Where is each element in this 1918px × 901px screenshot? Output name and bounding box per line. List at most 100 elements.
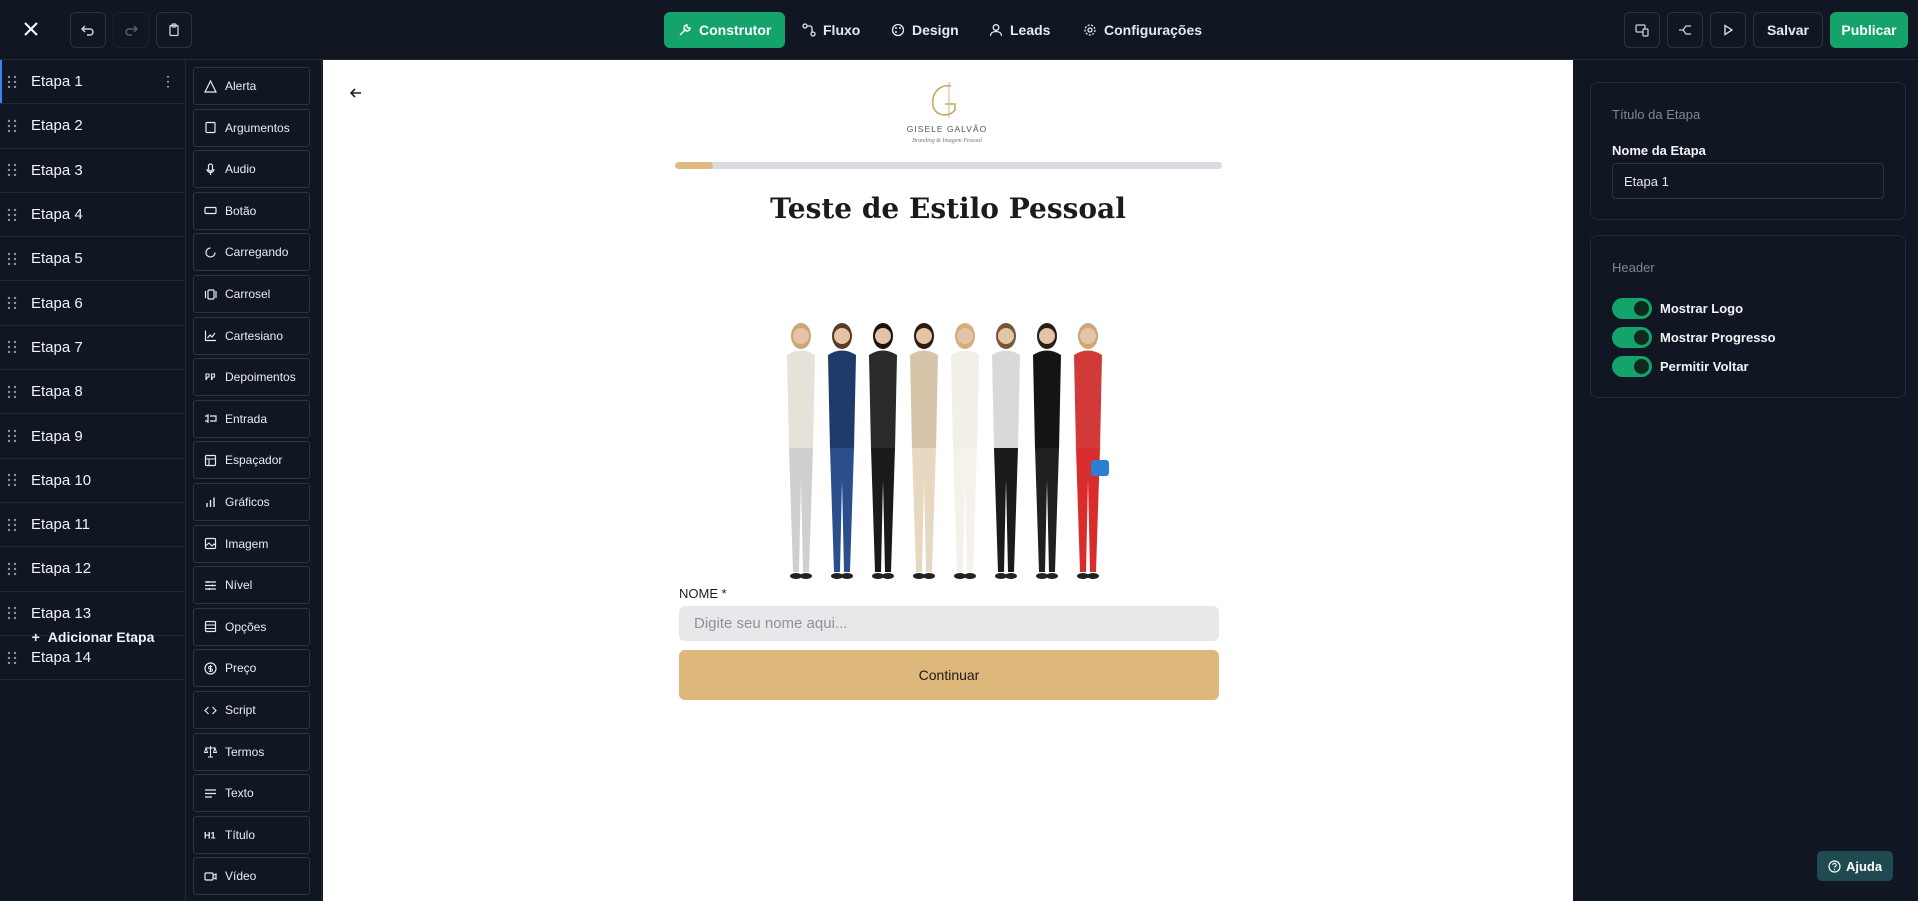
svg-text:H1: H1 [204,831,216,841]
step-item[interactable]: Etapa 9 [0,414,185,459]
tab-fluxo[interactable]: Fluxo [788,12,874,48]
allow-back-toggle[interactable]: Permitir Voltar [1612,356,1749,377]
component-titulo[interactable]: H1 Título [193,815,310,854]
step-label: Etapa 13 [31,604,92,622]
drag-handle-icon[interactable] [6,208,18,222]
step-item[interactable]: Etapa 8 [0,370,185,415]
back-arrow-icon[interactable] [349,86,363,105]
component-imagem[interactable]: Imagem [193,524,310,563]
script-icon [204,706,217,714]
step-item[interactable]: Etapa 3 [0,149,185,193]
component-argumentos[interactable]: Argumentos [193,108,310,147]
step-label: Etapa 2 [31,117,83,135]
person-figure [910,323,938,579]
component-audio[interactable]: Audio [193,150,310,189]
drag-handle-icon[interactable] [6,75,18,89]
steps-sidebar: Etapa 1 ⋮ Etapa 2 Etapa 3 Etapa 4 Etapa 5 Etap… [0,60,186,901]
component-espacador[interactable]: Espaçador [193,441,310,480]
step-item[interactable]: Etapa 6 [0,281,185,326]
tab-construtor[interactable]: Construtor [664,12,786,48]
preview-button[interactable] [1710,12,1746,48]
component-cartesiano[interactable]: Cartesiano [193,316,310,355]
devices-icon [1635,24,1649,37]
page-title: Teste de Estilo Pessoal [770,192,1126,225]
drag-handle-icon[interactable] [6,562,18,576]
component-carrosel[interactable]: Carrosel [193,275,310,313]
toggle-switch[interactable] [1612,327,1652,348]
titulo-icon: H1 [204,831,216,841]
component-botao[interactable]: Botão [193,191,310,230]
continue-button[interactable]: Continuar [679,650,1219,700]
help-button[interactable]: Ajuda [1817,851,1893,881]
component-label: Nível [225,578,253,593]
clipboard-icon [169,23,179,37]
step-title-card: Título da Etapa Nome da Etapa Etapa 1 [1590,82,1906,220]
drag-handle-icon[interactable] [6,340,18,354]
component-label: Entrada [225,411,268,426]
component-opcoes[interactable]: Opções [193,607,310,646]
step-item[interactable]: Etapa 7 [0,326,185,371]
component-preco[interactable]: Preço [193,649,310,688]
step-label: Etapa 4 [31,206,83,224]
drag-handle-icon[interactable] [6,606,18,620]
toggle-switch[interactable] [1612,298,1652,319]
component-carregando[interactable]: Carregando [193,233,310,272]
component-graficos[interactable]: Gráficos [193,483,310,521]
publish-button[interactable]: Publicar [1830,12,1908,48]
step-label: Etapa 12 [31,560,92,578]
drag-handle-icon[interactable] [6,385,18,399]
component-nivel[interactable]: Nível [193,566,310,605]
close-icon[interactable] [16,14,46,44]
step-item[interactable]: Etapa 2 [0,104,185,149]
help-label: Ajuda [1845,858,1883,874]
show-logo-toggle[interactable]: Mostrar Logo [1612,298,1743,319]
person-figure [1074,323,1102,579]
save-button[interactable]: Salvar [1753,12,1823,48]
component-entrada[interactable]: Entrada [193,399,310,438]
drag-handle-icon[interactable] [6,296,18,310]
tab-configuracoes[interactable]: Configurações [1069,12,1216,48]
header-card: Header Mostrar Logo Mostrar Progresso Pe… [1590,235,1906,398]
drag-handle-icon[interactable] [6,518,18,532]
ab-test-button[interactable] [1667,12,1703,48]
gear-icon [1084,24,1096,36]
component-alerta[interactable]: Alerta [193,67,310,105]
component-script[interactable]: Script [193,691,310,729]
show-progress-toggle[interactable]: Mostrar Progresso [1612,327,1776,348]
drag-handle-icon[interactable] [6,119,18,133]
component-label: Depoimentos [225,370,296,385]
toggle-label: Permitir Voltar [1660,359,1749,374]
person-figure [1033,323,1061,579]
add-step-button[interactable]: + Adicionar Etapa [0,629,186,645]
component-label: Imagem [225,536,269,551]
component-termos[interactable]: Termos [193,732,310,771]
responsive-preview-button[interactable] [1624,12,1660,48]
tab-leads[interactable]: Leads [975,12,1064,48]
name-input[interactable]: Digite seu nome aqui... [679,606,1219,641]
person-figure [869,323,897,579]
more-icon[interactable]: ⋮ [161,73,175,90]
tab-design[interactable]: Design [877,12,973,48]
step-item[interactable]: Etapa 1 ⋮ [0,60,185,105]
redo-button[interactable] [113,12,149,48]
drag-handle-icon[interactable] [6,429,18,443]
drag-handle-icon[interactable] [6,473,18,487]
component-depoimentos[interactable]: Depoimentos [193,358,310,397]
components-palette: Alerta Argumentos Audio Botão Carregando Carr… [187,60,322,901]
brand-logo: GISELE GALVÃO Branding & Imagem Pessoal [903,80,991,148]
step-item[interactable]: Etapa 11 [0,503,185,548]
component-texto[interactable]: Texto [193,774,310,813]
drag-handle-icon[interactable] [6,651,18,665]
undo-button[interactable] [70,12,106,48]
step-name-input[interactable]: Etapa 1 [1612,163,1884,199]
component-video[interactable]: Vídeo [193,857,310,896]
step-item[interactable]: Etapa 10 [0,459,185,503]
step-item[interactable]: Etapa 12 [0,547,185,592]
drag-handle-icon[interactable] [6,163,18,177]
step-item[interactable]: Etapa 5 [0,237,185,282]
blue-handbag [1091,460,1109,476]
toggle-switch[interactable] [1612,356,1652,377]
drag-handle-icon[interactable] [6,252,18,266]
clipboard-button[interactable] [156,12,192,48]
step-item[interactable]: Etapa 4 [0,193,185,238]
